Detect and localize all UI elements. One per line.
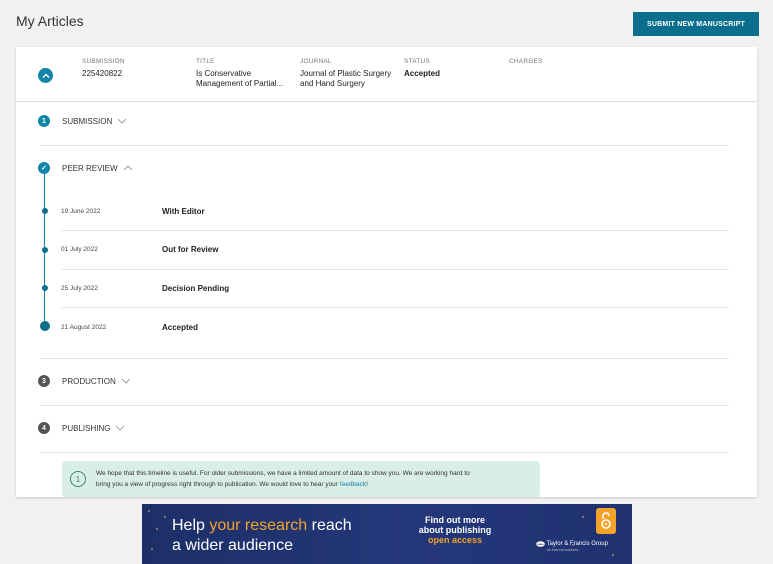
status-value: Accepted xyxy=(404,69,441,78)
charges-column: CHARGES xyxy=(509,58,543,65)
timeline-status: Out for Review xyxy=(162,245,219,254)
timeline-divider xyxy=(61,230,729,231)
step-publishing[interactable]: 4 PUBLISHING xyxy=(38,422,125,434)
info-number-icon: 1 xyxy=(70,471,86,487)
article-card: SUBMISSION 225420822 TITLE Is Conservati… xyxy=(16,47,757,497)
divider xyxy=(41,405,729,406)
submission-column: SUBMISSION 225420822 xyxy=(82,58,125,79)
chevron-down-icon xyxy=(117,118,127,124)
timeline-status: Accepted xyxy=(162,323,199,332)
article-title-line-1: Is Conservative xyxy=(196,69,252,78)
banner-sparkle xyxy=(156,528,158,530)
banner-sparkle xyxy=(612,554,614,556)
divider xyxy=(41,452,729,453)
banner-cta-line-1: Find out more xyxy=(425,515,485,525)
banner-sparkle xyxy=(151,548,153,550)
submission-id: 225420822 xyxy=(82,69,123,78)
notice-text-line-1: We hope that this timeline is useful. Fo… xyxy=(96,470,470,477)
page-title: My Articles xyxy=(16,13,84,29)
feedback-link[interactable]: feedback xyxy=(340,481,366,488)
banner-text: reach xyxy=(311,517,352,534)
chevron-down-icon xyxy=(116,425,125,431)
banner-highlight: your research xyxy=(209,517,308,534)
step-number: 4 xyxy=(38,422,50,434)
step-label: PUBLISHING xyxy=(62,423,111,433)
timeline-dot xyxy=(42,208,48,214)
timeline-divider xyxy=(61,307,729,308)
status-column: STATUS Accepted xyxy=(404,58,440,79)
banner-sparkle xyxy=(582,516,584,518)
banner-text: Help xyxy=(172,517,205,534)
timeline-dot-current xyxy=(40,321,50,331)
step-peer-review[interactable]: ✓ PEER REVIEW xyxy=(38,162,133,174)
timeline-status: Decision Pending xyxy=(162,284,230,293)
charges-label: CHARGES xyxy=(509,58,543,65)
chevron-up-icon xyxy=(42,73,49,78)
banner-sparkle xyxy=(164,516,166,518)
journal-name-line-2: and Hand Surgery xyxy=(300,79,365,88)
status-label: STATUS xyxy=(404,58,430,65)
banner-cta[interactable]: Find out more about publishing open acce… xyxy=(410,515,500,545)
step-label: PRODUCTION xyxy=(62,376,116,386)
open-access-lock-icon xyxy=(596,508,616,534)
banner-cta-line-3: open access xyxy=(427,535,483,545)
submission-label: SUBMISSION xyxy=(82,58,125,65)
submit-new-manuscript-button[interactable]: SUBMIT NEW MANUSCRIPT xyxy=(633,12,759,36)
divider xyxy=(41,145,729,146)
timeline-date: 21 August 2022 xyxy=(61,324,107,331)
journal-column: JOURNAL Journal of Plastic Surgery and H… xyxy=(300,58,391,89)
step-number: 1 xyxy=(38,115,50,127)
chevron-up-icon xyxy=(123,165,132,171)
timeline-divider xyxy=(61,269,729,270)
notice-text-line-2: bring you a view of progress right throu… xyxy=(96,481,338,488)
timeline-date: 19 June 2022 xyxy=(61,208,101,215)
timeline-date: 01 July 2022 xyxy=(61,246,98,253)
timeline-date: 25 July 2022 xyxy=(61,285,98,292)
article-title-line-2: Management of Partial... xyxy=(196,79,284,88)
journal-name-line-1: Journal of Plastic Surgery xyxy=(300,69,392,78)
banner-headline-line-1: Help your research reach xyxy=(172,517,352,535)
taylor-francis-logo: Taylor & Francis Group xyxy=(536,540,608,547)
timeline-dot xyxy=(42,285,48,291)
collapse-toggle[interactable] xyxy=(38,68,53,83)
banner-headline-line-2: a wider audience xyxy=(172,537,293,554)
notice-text: We hope that this timeline is useful. Fo… xyxy=(96,468,536,490)
step-submission[interactable]: 1 SUBMISSION xyxy=(38,115,127,127)
step-check-icon: ✓ xyxy=(38,162,50,174)
step-label: PEER REVIEW xyxy=(62,163,118,173)
publisher-tagline: an informa business xyxy=(547,548,579,552)
chevron-down-icon xyxy=(121,378,131,384)
timeline-status: With Editor xyxy=(162,207,205,216)
banner-sparkle xyxy=(148,510,150,512)
notice-end: ! xyxy=(366,481,368,488)
journal-name: Journal of Plastic Surgery and Hand Surg… xyxy=(300,69,391,89)
step-label: SUBMISSION xyxy=(62,116,113,126)
boat-logo-icon xyxy=(536,541,545,547)
step-number: 3 xyxy=(38,375,50,387)
article-title[interactable]: Is Conservative Management of Partial... xyxy=(196,69,283,89)
title-label: TITLE xyxy=(196,58,215,65)
article-summary-row: SUBMISSION 225420822 TITLE Is Conservati… xyxy=(16,47,757,102)
step-production[interactable]: 3 PRODUCTION xyxy=(38,375,131,387)
divider xyxy=(41,358,729,359)
publisher-name: Taylor & Francis Group xyxy=(546,541,608,548)
title-column: TITLE Is Conservative Management of Part… xyxy=(196,58,283,89)
journal-label: JOURNAL xyxy=(300,58,332,65)
timeline-dot xyxy=(42,247,48,253)
banner-cta-line-2: about publishing xyxy=(418,525,492,535)
timeline-notice: 1 We hope that this timeline is useful. … xyxy=(62,461,540,497)
open-access-banner[interactable]: Help your research reach a wider audienc… xyxy=(142,504,632,564)
